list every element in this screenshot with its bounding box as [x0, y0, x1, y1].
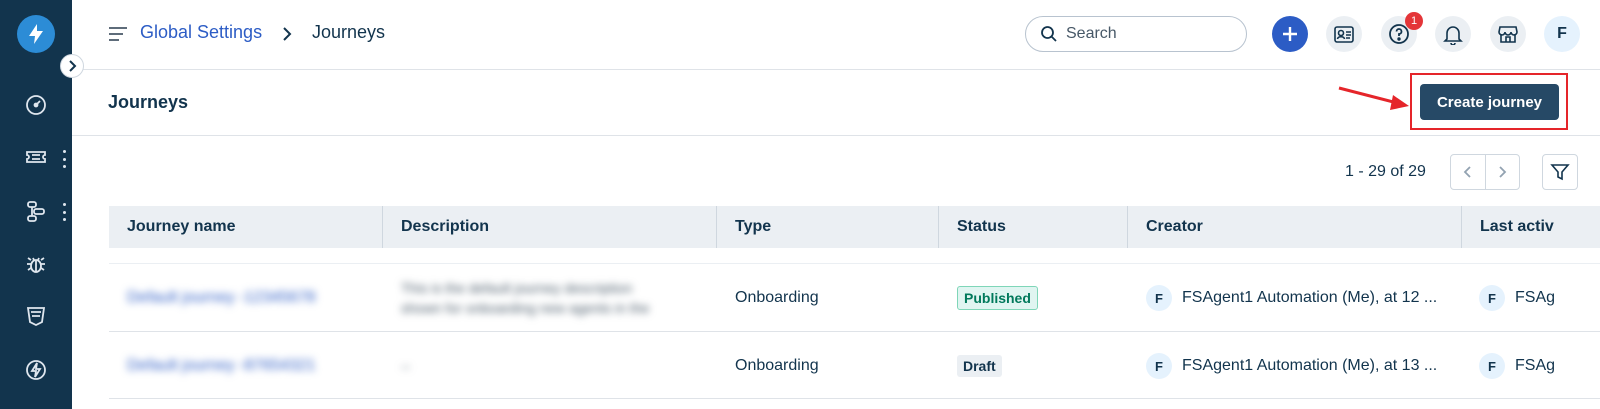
search-box[interactable] [1025, 16, 1247, 52]
chevron-right-icon [283, 27, 292, 41]
search-icon [1041, 26, 1057, 42]
pagination-summary: 1 - 29 of 29 [1345, 163, 1426, 180]
bell-icon [1443, 26, 1463, 45]
description-line: This is the default journey description [401, 280, 633, 296]
avatar: F [1146, 353, 1172, 379]
previous-page-button[interactable] [1451, 155, 1485, 189]
avatar: F [1146, 285, 1172, 311]
plus-icon [1283, 27, 1297, 41]
contact-card-icon [1334, 26, 1354, 43]
breadcrumb-global-settings[interactable]: Global Settings [140, 22, 262, 43]
page-header: Journeys Create journey [72, 70, 1600, 136]
contact-card-button[interactable] [1326, 16, 1362, 52]
description-line: shown for onboarding new agents in the [401, 300, 650, 316]
shield-icon[interactable] [22, 302, 50, 330]
new-item-button[interactable] [1272, 16, 1308, 52]
table-row[interactable]: Default journey -87654321 -- Onboarding … [109, 331, 1600, 399]
column-header-status[interactable]: Status [939, 206, 1128, 248]
workflows-icon[interactable] [22, 197, 50, 225]
pagination-controls [1450, 154, 1520, 190]
dashboard-icon[interactable] [22, 91, 50, 119]
column-header-last-activity[interactable]: Last activ [1462, 206, 1600, 248]
status-cell: Published [957, 264, 1127, 332]
tickets-icon[interactable] [22, 143, 50, 171]
search-input[interactable] [1066, 25, 1226, 43]
journey-name-link[interactable]: Default journey -87654321 [127, 332, 367, 400]
column-header-type[interactable]: Type [717, 206, 939, 248]
tickets-more-icon[interactable] [60, 150, 68, 168]
create-journey-button[interactable]: Create journey [1420, 84, 1559, 120]
store-icon [1498, 26, 1518, 43]
notifications-button[interactable] [1435, 16, 1471, 52]
top-bar: Global Settings Journeys 1 F [72, 0, 1600, 70]
journeys-table: Journey name Description Type Status Cre… [109, 206, 1600, 399]
marketplace-button[interactable] [1490, 16, 1526, 52]
bug-icon[interactable] [22, 250, 50, 278]
journey-type: Onboarding [735, 357, 819, 374]
help-notification-badge: 1 [1405, 12, 1423, 30]
workflows-more-icon[interactable] [60, 203, 68, 221]
description-line: -- [401, 358, 411, 374]
creator-name: FSAgent1 Automation (Me), at 12 ... [1182, 289, 1438, 306]
journey-description: -- [401, 332, 701, 400]
app-logo-icon[interactable] [17, 15, 55, 53]
expand-sidebar-button[interactable] [60, 54, 84, 78]
journey-name-link[interactable]: Default journey -12345678 [127, 264, 367, 332]
chevron-left-icon [1463, 166, 1471, 178]
avatar: F [1479, 285, 1505, 311]
status-badge: Published [957, 286, 1038, 310]
last-activity-cell: F FSAg [1479, 264, 1600, 332]
annotation-arrow-icon [1338, 86, 1409, 110]
chevron-right-icon [1499, 166, 1507, 178]
journey-type: Onboarding [735, 289, 819, 306]
status-cell: Draft [957, 332, 1127, 400]
avatar: F [1479, 353, 1505, 379]
table-header: Journey name Description Type Status Cre… [109, 206, 1600, 248]
filter-button[interactable] [1542, 154, 1578, 190]
status-badge: Draft [957, 355, 1002, 377]
filter-icon [1550, 164, 1570, 181]
last-activity-name: FSAg [1515, 357, 1556, 374]
page-title: Journeys [108, 92, 189, 112]
last-activity-name: FSAg [1515, 289, 1556, 306]
freshworks-icon[interactable] [22, 356, 50, 384]
chevron-right-icon [69, 60, 77, 72]
creator-cell: F FSAgent1 Automation (Me), at 13 ... [1146, 332, 1446, 400]
last-activity-cell: F FSAg [1479, 332, 1600, 400]
help-button[interactable]: 1 [1381, 12, 1423, 52]
table-row[interactable]: Default journey -12345678 This is the de… [109, 263, 1600, 331]
menu-icon[interactable] [108, 26, 128, 42]
column-header-creator[interactable]: Creator [1128, 206, 1462, 248]
next-page-button[interactable] [1484, 155, 1519, 189]
column-header-description[interactable]: Description [383, 206, 717, 248]
journey-description: This is the default journey description … [401, 264, 701, 332]
user-avatar[interactable]: F [1544, 16, 1580, 52]
creator-name: FSAgent1 Automation (Me), at 13 ... [1182, 357, 1438, 374]
column-header-journey-name[interactable]: Journey name [109, 206, 383, 248]
creator-cell: F FSAgent1 Automation (Me), at 12 ... [1146, 264, 1446, 332]
breadcrumb-journeys: Journeys [312, 22, 386, 42]
